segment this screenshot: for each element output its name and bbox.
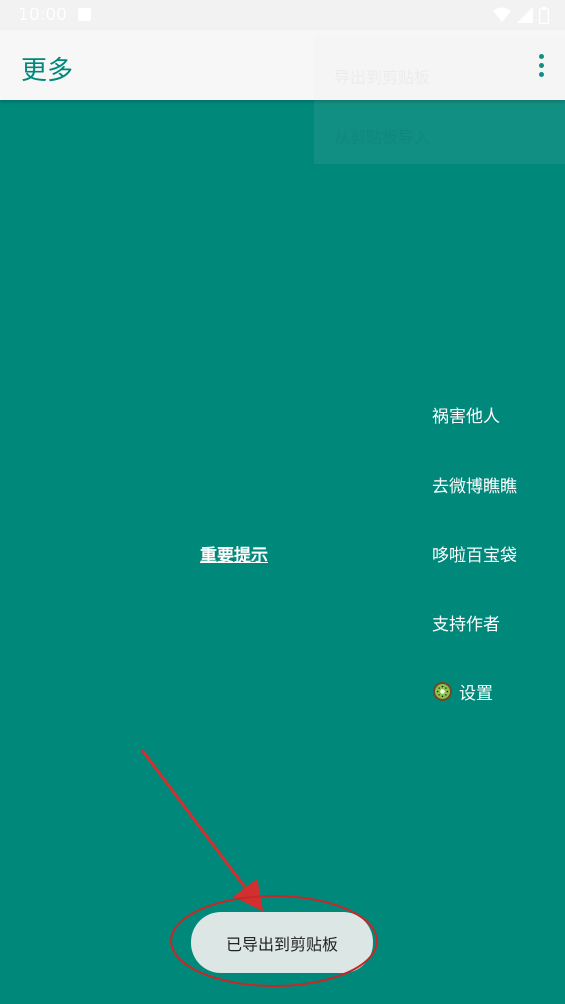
popup-item-import[interactable]: 从剪贴板导入	[334, 124, 430, 148]
status-icons	[493, 6, 549, 24]
menu-item-share[interactable]: 祸害他人	[432, 402, 500, 427]
kiwi-icon	[433, 682, 452, 701]
popup-item-export[interactable]: 导出到剪贴板	[334, 64, 430, 88]
wifi-icon	[493, 7, 511, 22]
toast-message: 已导出到剪贴板	[225, 934, 338, 954]
status-time: 10:00	[18, 5, 67, 25]
popup-menu: 导出到剪贴板 从剪贴板导入	[314, 36, 565, 164]
notification-icon	[78, 8, 91, 21]
menu-item-label: 祸害他人	[432, 407, 500, 427]
toast: 已导出到剪贴板	[191, 912, 373, 973]
menu-item-label: 去微博瞧瞧	[432, 477, 517, 497]
status-bar: 10:00	[0, 0, 565, 30]
menu-item-support[interactable]: 支持作者	[432, 610, 500, 635]
menu-item-label: 哆啦百宝袋	[432, 546, 517, 566]
signal-icon	[517, 7, 533, 23]
menu-item-weibo[interactable]: 去微博瞧瞧	[432, 472, 517, 497]
important-notice-link[interactable]: 重要提示	[200, 541, 268, 566]
annotation-arrow	[140, 749, 264, 912]
battery-icon	[539, 6, 549, 24]
menu-item-settings[interactable]: 设置	[432, 679, 493, 704]
menu-item-toolbox[interactable]: 哆啦百宝袋	[432, 541, 517, 566]
menu-item-label: 设置	[459, 684, 493, 704]
menu-item-label: 支持作者	[432, 615, 500, 635]
page-title: 更多	[21, 56, 74, 86]
